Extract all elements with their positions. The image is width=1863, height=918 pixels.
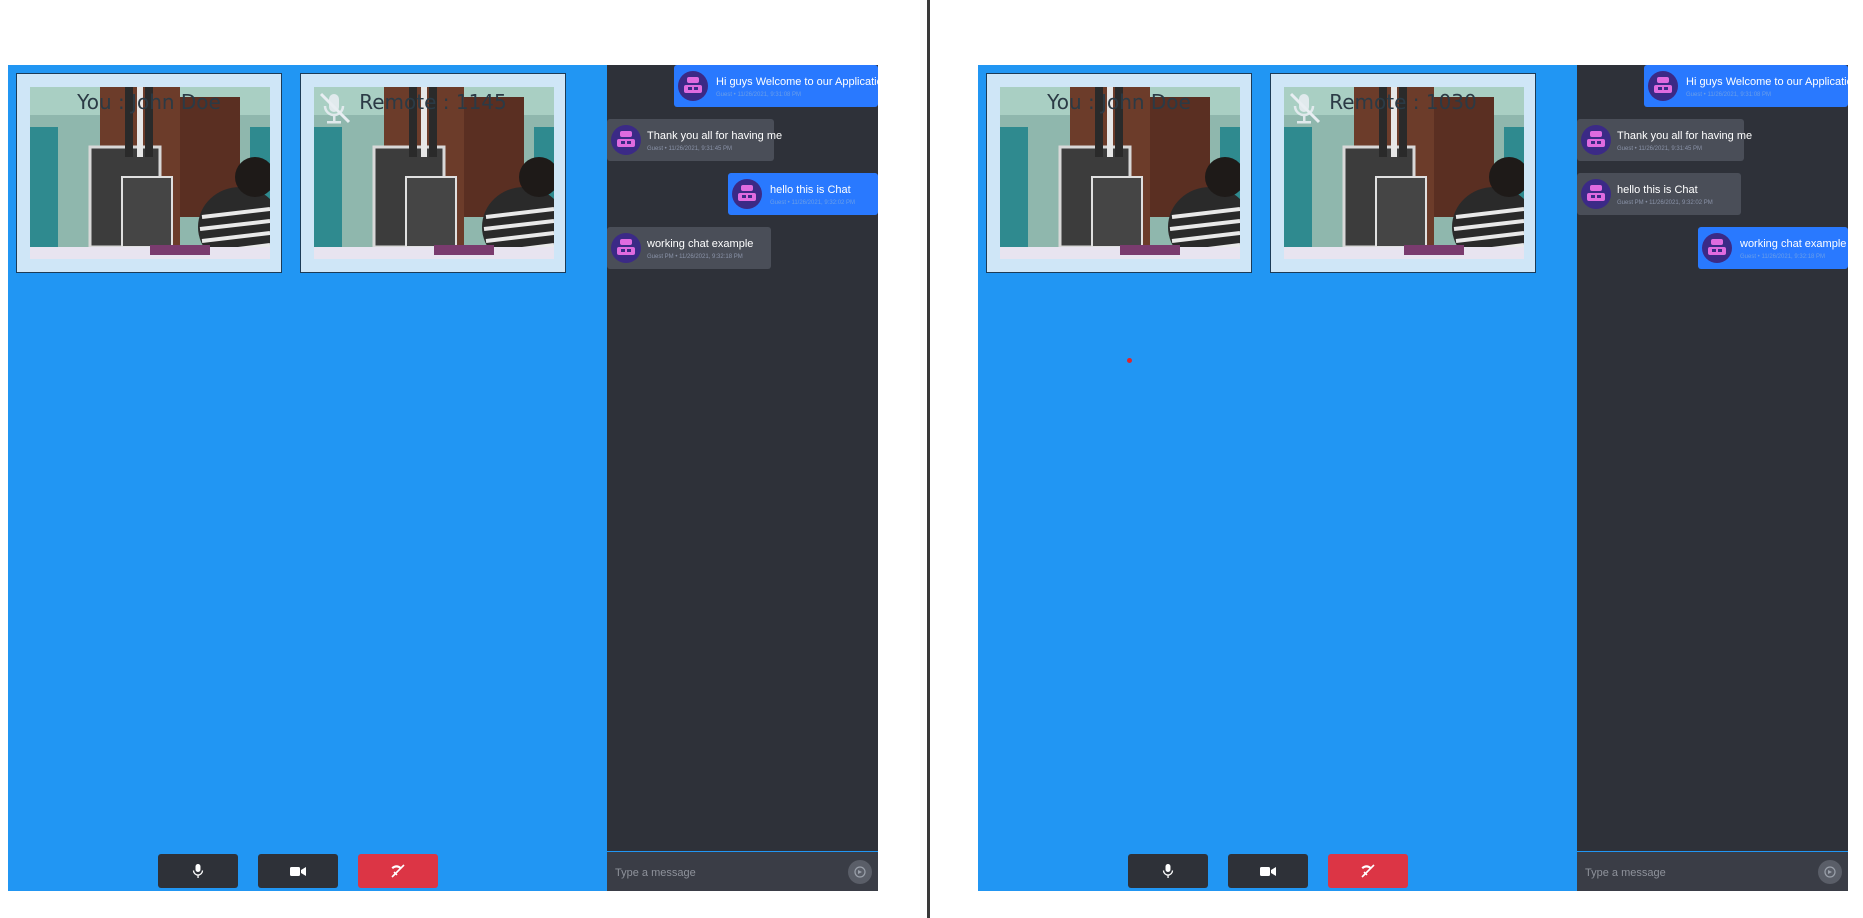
window-divider bbox=[927, 0, 930, 918]
chat-message-meta: Guest • 11/26/2021, 9:31:45 PM bbox=[647, 146, 733, 152]
phone-hangup-icon bbox=[1361, 864, 1375, 878]
avatar bbox=[1581, 179, 1611, 209]
local-video-tile: You : John Doe bbox=[986, 73, 1252, 273]
video-area: You : John Doe Remote : 1145 bbox=[8, 65, 607, 891]
avatar bbox=[732, 179, 762, 209]
chat-message-meta: Guest PM • 11/26/2021, 9:32:02 PM bbox=[1617, 200, 1713, 206]
video-area: You : John Doe Remote : 1030 bbox=[978, 65, 1577, 891]
avatar bbox=[1648, 71, 1678, 101]
chat-message: working chat example Guest PM • 11/26/20… bbox=[607, 227, 771, 269]
chat-message-text: working chat example bbox=[1740, 238, 1847, 250]
chat-message-text: hello this is Chat bbox=[770, 184, 851, 196]
avatar bbox=[1581, 125, 1611, 155]
remote-video-tile: Remote : 1030 bbox=[1270, 73, 1536, 273]
chat-message: working chat example Guest • 11/26/2021,… bbox=[1698, 227, 1848, 269]
chat-panel: Hi guys Welcome to our Application Guest… bbox=[1577, 65, 1859, 891]
hang-up-button[interactable] bbox=[1328, 854, 1408, 888]
chat-panel: Hi guys Welcome to our Application Guest… bbox=[607, 65, 889, 891]
remote-video-label: Remote : 1145 bbox=[359, 90, 507, 114]
toggle-mic-button[interactable] bbox=[158, 854, 238, 888]
video-call-app-left: You : John Doe Remote : 1145 Hi guys Wel… bbox=[8, 65, 889, 891]
microphone-icon bbox=[192, 864, 204, 878]
chat-input-bar bbox=[607, 851, 878, 891]
remote-video-label: Remote : 1030 bbox=[1329, 90, 1477, 114]
hang-up-button[interactable] bbox=[358, 854, 438, 888]
toggle-mic-button[interactable] bbox=[1128, 854, 1208, 888]
toggle-camera-button[interactable] bbox=[1228, 854, 1308, 888]
chat-message-text: Hi guys Welcome to our Application bbox=[1686, 76, 1859, 88]
chat-message: Hi guys Welcome to our Application Guest… bbox=[674, 65, 889, 107]
phone-hangup-icon bbox=[391, 864, 405, 878]
video-call-app-right: You : John Doe Remote : 1030 Hi guys Wel… bbox=[978, 65, 1859, 891]
video-camera-icon bbox=[290, 866, 306, 876]
chat-message-input[interactable] bbox=[613, 862, 837, 884]
chat-message-text: Thank you all for having me bbox=[1617, 130, 1753, 142]
avatar bbox=[678, 71, 708, 101]
microphone-icon bbox=[1162, 864, 1174, 878]
avatar bbox=[611, 125, 641, 155]
remote-video-tile: Remote : 1145 bbox=[300, 73, 566, 273]
local-video-label: You : John Doe bbox=[77, 90, 221, 114]
send-button[interactable] bbox=[848, 860, 872, 884]
chat-message: hello this is Chat Guest PM • 11/26/2021… bbox=[1577, 173, 1741, 215]
local-video-tile: You : John Doe bbox=[16, 73, 282, 273]
avatar bbox=[611, 233, 641, 263]
chat-message-meta: Guest • 11/26/2021, 9:31:08 PM bbox=[1686, 92, 1772, 98]
local-video-label: You : John Doe bbox=[1047, 90, 1191, 114]
chat-message-input[interactable] bbox=[1583, 862, 1807, 884]
chat-message-text: Thank you all for having me bbox=[647, 130, 783, 142]
chat-message-meta: Guest • 11/26/2021, 9:31:08 PM bbox=[716, 92, 802, 98]
chat-message-text: working chat example bbox=[647, 238, 754, 250]
chat-message-text: hello this is Chat bbox=[1617, 184, 1698, 196]
toggle-camera-button[interactable] bbox=[258, 854, 338, 888]
chat-message-text: Hi guys Welcome to our Application bbox=[716, 76, 889, 88]
call-controls bbox=[978, 854, 1577, 888]
cursor-indicator bbox=[1127, 358, 1132, 363]
chat-message-meta: Guest • 11/26/2021, 9:32:18 PM bbox=[1740, 254, 1826, 260]
chat-message-meta: Guest • 11/26/2021, 9:32:02 PM bbox=[770, 200, 856, 206]
chat-message: Hi guys Welcome to our Application Guest… bbox=[1644, 65, 1859, 107]
chat-message: hello this is Chat Guest • 11/26/2021, 9… bbox=[728, 173, 878, 215]
send-icon bbox=[854, 866, 866, 878]
send-button[interactable] bbox=[1818, 860, 1842, 884]
chat-message-meta: Guest PM • 11/26/2021, 9:32:18 PM bbox=[647, 254, 743, 260]
avatar bbox=[1702, 233, 1732, 263]
send-icon bbox=[1824, 866, 1836, 878]
chat-input-bar bbox=[1577, 851, 1848, 891]
video-camera-icon bbox=[1260, 866, 1276, 876]
chat-message: Thank you all for having me Guest • 11/2… bbox=[607, 119, 782, 161]
chat-message: Thank you all for having me Guest • 11/2… bbox=[1577, 119, 1752, 161]
chat-message-meta: Guest • 11/26/2021, 9:31:45 PM bbox=[1617, 146, 1703, 152]
call-controls bbox=[8, 854, 607, 888]
